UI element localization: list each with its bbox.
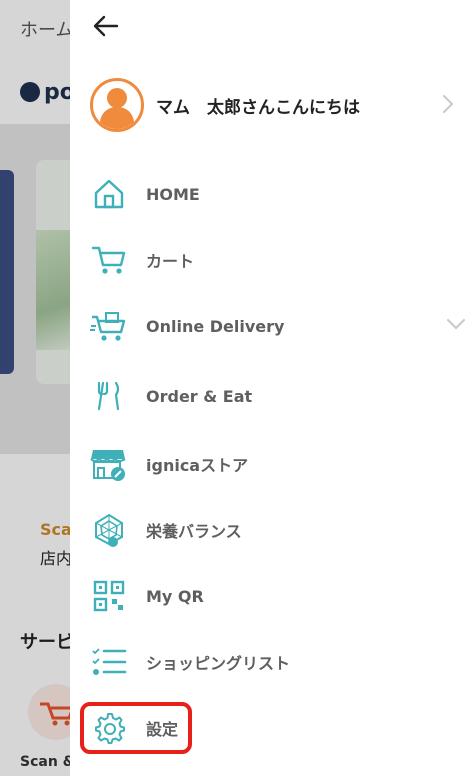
menu-item-nutrition[interactable]: 栄養バランス: [90, 506, 460, 554]
store-icon: [90, 445, 128, 483]
navigation-drawer: マム 太郎さんこんにちは HOME カート Online Delivery Or…: [70, 0, 476, 776]
menu-label-home: HOME: [146, 184, 200, 204]
fork-knife-icon: [90, 377, 128, 415]
back-button[interactable]: [90, 10, 122, 42]
menu-item-ignica-store[interactable]: ignicaストア: [90, 440, 460, 488]
checklist-icon: [90, 643, 128, 681]
chevron-down-icon[interactable]: [446, 318, 466, 330]
greeting-text: マム 太郎さんこんにちは: [156, 97, 360, 118]
menu-item-cart[interactable]: カート: [90, 236, 460, 284]
menu-label-my-qr: My QR: [146, 586, 204, 606]
menu-label-order-eat: Order & Eat: [146, 386, 253, 406]
menu-label-ignica-store: ignicaストア: [146, 456, 249, 475]
home-icon: [90, 175, 128, 213]
qr-code-icon: [90, 577, 128, 615]
nutrition-chart-icon: [90, 511, 128, 549]
chevron-right-icon: [443, 95, 453, 113]
menu-label-cart: カート: [146, 252, 195, 271]
avatar: [90, 78, 144, 132]
cart-icon: [90, 241, 128, 279]
arrow-left-icon: [93, 15, 119, 37]
menu-label-shopping-list: ショッピングリスト: [146, 654, 291, 673]
menu-item-order-eat[interactable]: Order & Eat: [90, 372, 460, 420]
menu-label-online-delivery: Online Delivery: [146, 316, 285, 336]
menu-item-online-delivery[interactable]: Online Delivery: [90, 302, 465, 350]
menu-item-shopping-list[interactable]: ショッピングリスト: [90, 638, 460, 686]
delivery-cart-icon: [90, 307, 128, 345]
settings-highlight-box: [80, 702, 192, 754]
menu-item-home[interactable]: HOME: [90, 170, 460, 218]
menu-label-nutrition: 栄養バランス: [146, 522, 242, 541]
menu-item-my-qr[interactable]: My QR: [90, 572, 460, 620]
profile-row[interactable]: マム 太郎さんこんにちは: [90, 76, 460, 134]
